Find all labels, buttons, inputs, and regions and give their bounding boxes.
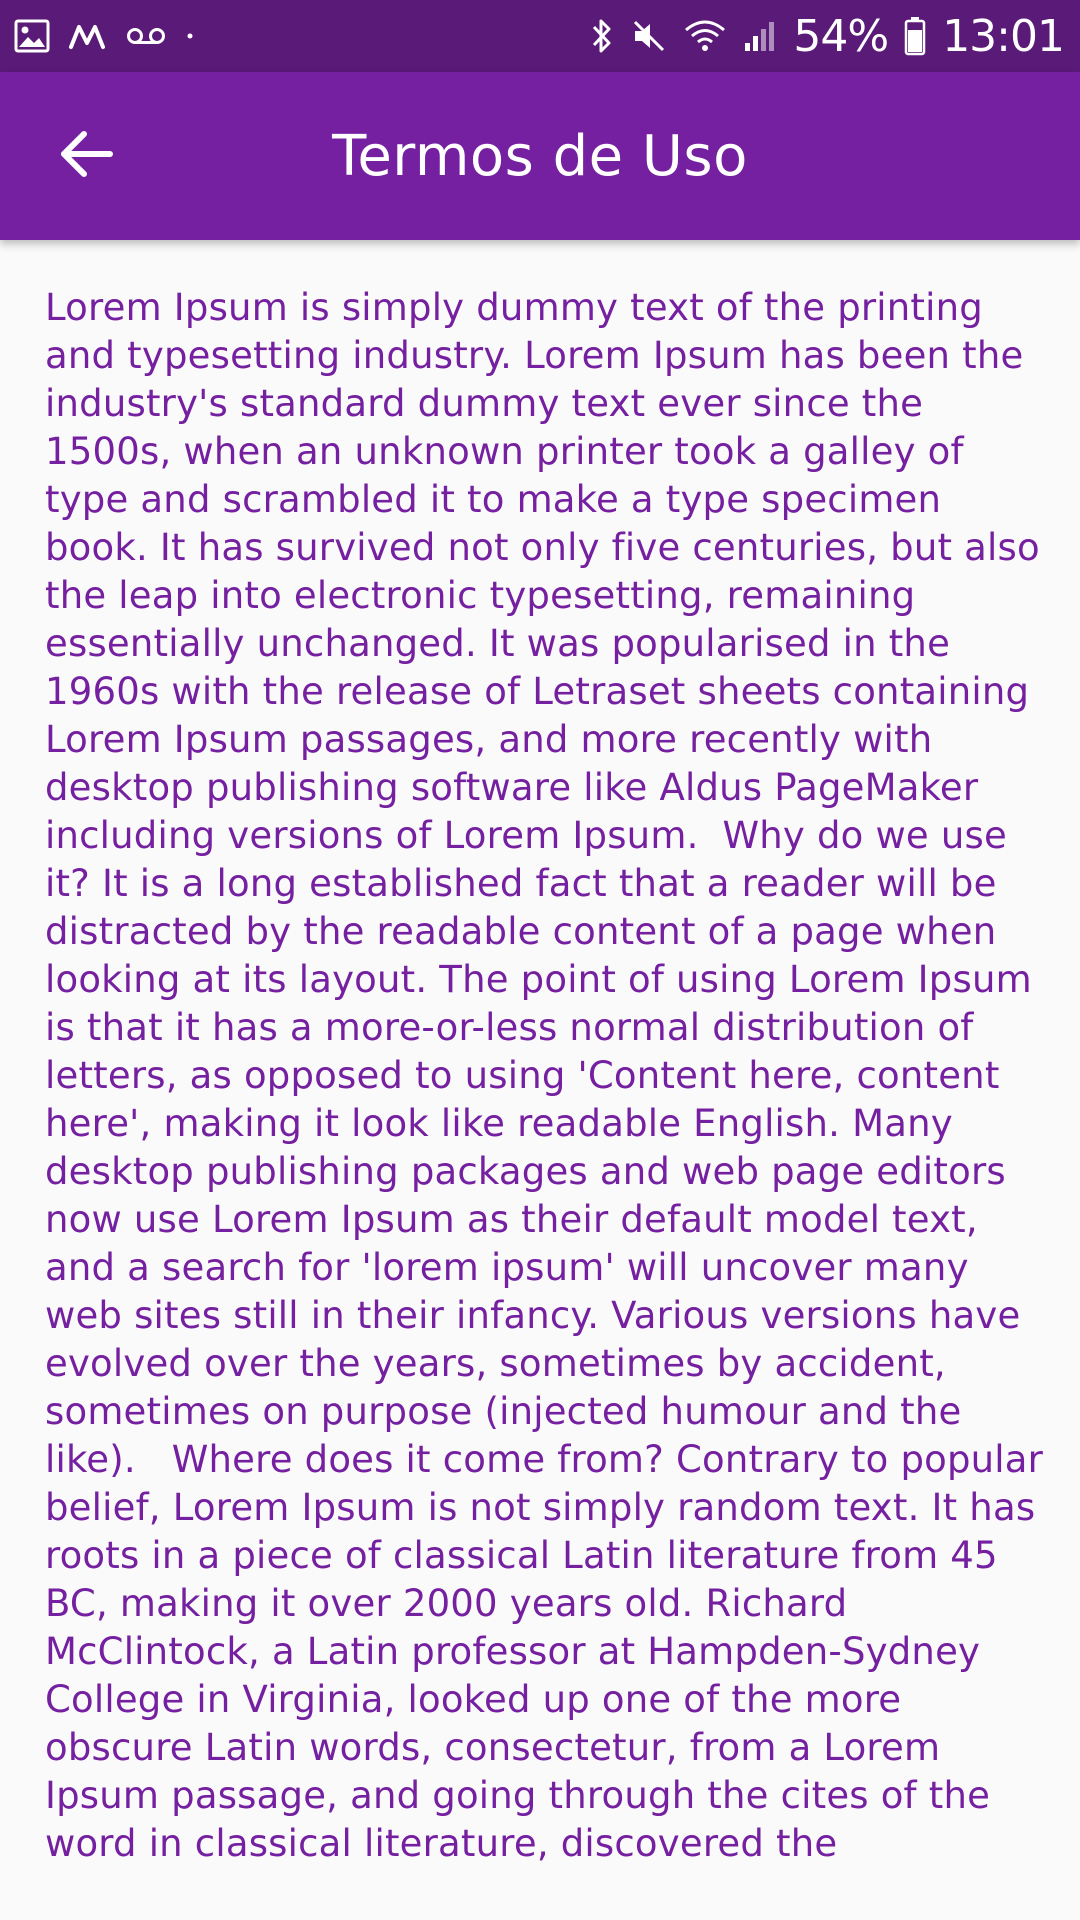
arrow-back-icon bbox=[58, 130, 114, 183]
dot-icon bbox=[184, 30, 196, 42]
status-notifications bbox=[14, 0, 214, 72]
wifi-icon bbox=[683, 18, 727, 54]
clock: 13:01 bbox=[942, 10, 1065, 62]
image-icon bbox=[14, 19, 50, 53]
voicemail-icon bbox=[126, 24, 166, 48]
back-button[interactable] bbox=[38, 108, 134, 204]
status-system: 54% 13:01 bbox=[573, 0, 1065, 72]
signal-icon bbox=[743, 19, 777, 53]
bluetooth-icon bbox=[589, 16, 615, 56]
mute-icon bbox=[631, 18, 667, 54]
battery-percent: 54% bbox=[793, 10, 889, 62]
battery-icon bbox=[904, 16, 926, 56]
terms-text: Lorem Ipsum is simply dummy text of the … bbox=[45, 286, 1056, 1865]
app-bar: Termos de Uso bbox=[0, 72, 1080, 240]
page-title: Termos de Uso bbox=[332, 123, 748, 189]
m-app-icon bbox=[68, 21, 108, 51]
status-bar: 54% 13:01 bbox=[0, 0, 1080, 72]
